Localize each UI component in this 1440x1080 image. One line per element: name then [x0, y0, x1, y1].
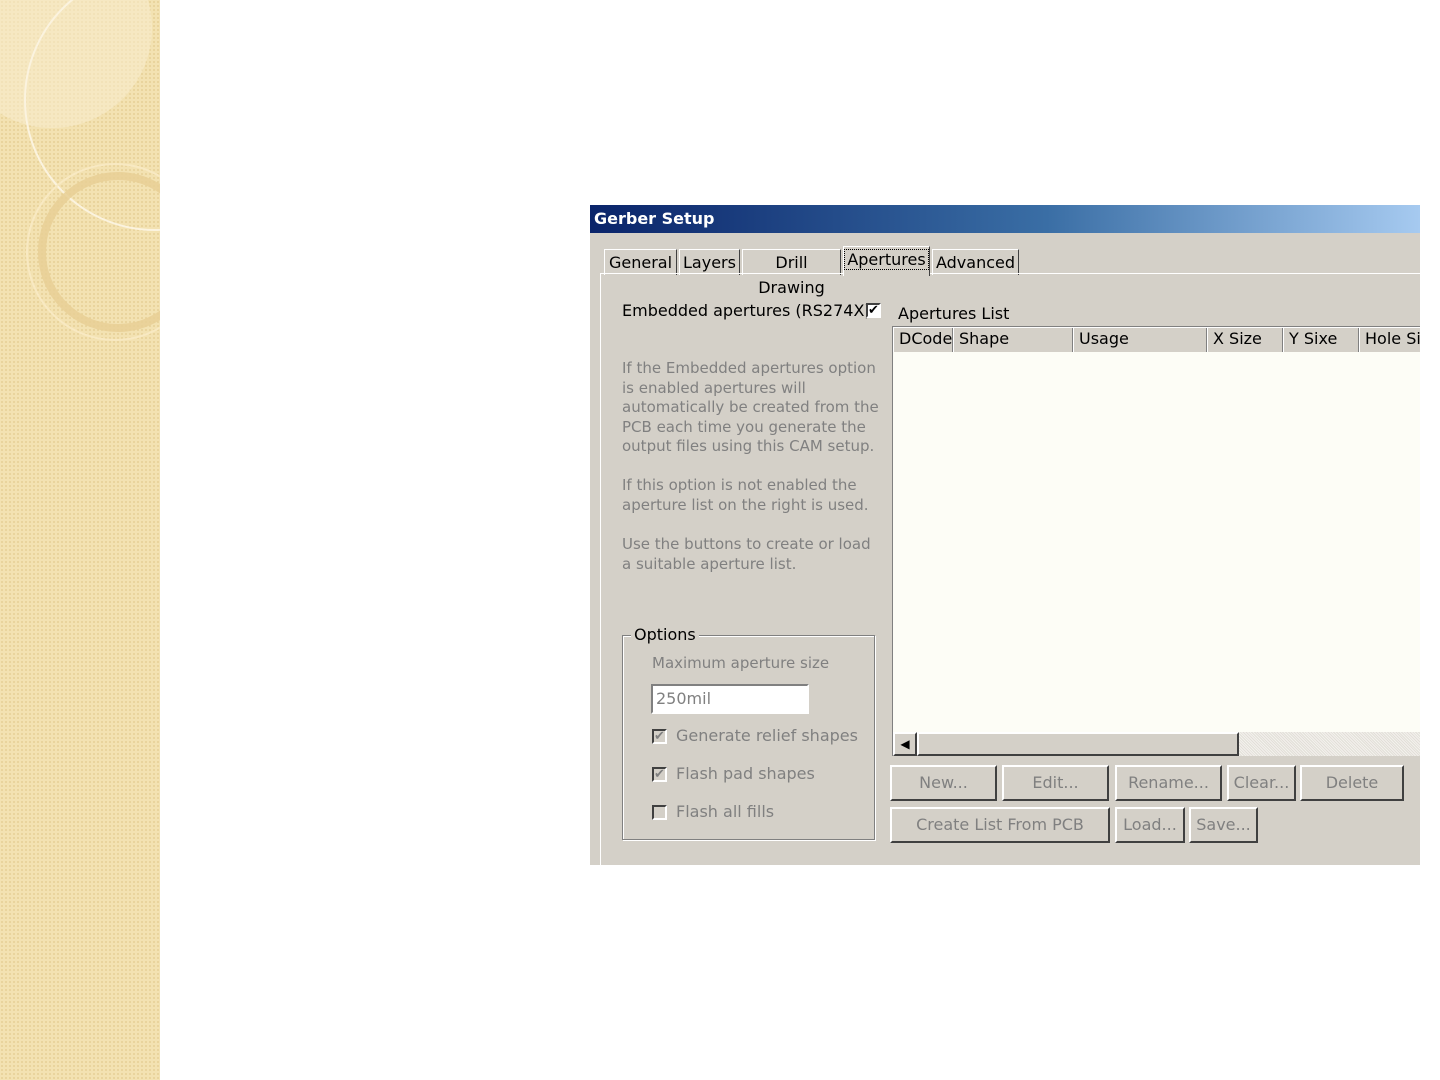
generate-relief-shapes-label: Generate relief shapes: [676, 726, 858, 745]
check-icon: ✔: [654, 767, 665, 782]
column-header-dcode[interactable]: DCode: [893, 328, 953, 352]
scrollbar-thumb[interactable]: [917, 732, 1239, 756]
column-header-hole-size[interactable]: Hole Siz: [1359, 328, 1420, 352]
decorative-circles: [0, 0, 160, 341]
new-button[interactable]: New...: [890, 765, 997, 801]
tab-drill-drawing[interactable]: Drill Drawing: [742, 249, 841, 297]
flash-all-fills-label: Flash all fills: [676, 802, 775, 821]
create-list-from-pcb-button[interactable]: Create List From PCB: [890, 807, 1110, 843]
column-header-shape[interactable]: Shape: [953, 328, 1073, 352]
delete-button[interactable]: Delete: [1300, 765, 1404, 801]
save-button[interactable]: Save...: [1189, 807, 1258, 843]
check-icon: ✔: [654, 729, 665, 744]
window-title: Gerber Setup: [594, 209, 715, 228]
flash-pad-shapes-label: Flash pad shapes: [676, 764, 815, 783]
max-aperture-size-label: Maximum aperture size: [652, 654, 830, 672]
clear-button[interactable]: Clear...: [1227, 765, 1296, 801]
flash-all-fills-checkbox[interactable]: [652, 805, 667, 820]
rename-button[interactable]: Rename...: [1115, 765, 1222, 801]
tab-layers[interactable]: Layers: [679, 249, 740, 275]
embedded-apertures-checkbox[interactable]: ✔: [866, 303, 881, 318]
apertures-list-body[interactable]: [893, 352, 1420, 732]
load-button[interactable]: Load...: [1115, 807, 1185, 843]
description-paragraph-1: If the Embedded apertures option is enab…: [622, 359, 879, 455]
horizontal-scrollbar[interactable]: ◀: [893, 732, 1420, 756]
apertures-panel: Embedded apertures (RS274X) ✔ If the Emb…: [600, 273, 1420, 865]
description-paragraph-2: If this option is not enabled the apertu…: [622, 476, 869, 514]
decorative-sidebar: [0, 0, 160, 1080]
column-header-y-size[interactable]: Y Sixe: [1283, 328, 1359, 352]
max-aperture-size-input[interactable]: 250mil: [651, 684, 809, 714]
apertures-list-title: Apertures List: [898, 304, 1010, 323]
scroll-left-icon[interactable]: ◀: [893, 732, 917, 756]
tab-apertures[interactable]: Apertures: [843, 246, 930, 276]
flash-pad-shapes-checkbox[interactable]: ✔: [652, 767, 667, 782]
edit-button[interactable]: Edit...: [1002, 765, 1109, 801]
tab-advanced[interactable]: Advanced: [932, 249, 1019, 275]
embedded-apertures-label: Embedded apertures (RS274X): [622, 301, 871, 320]
column-header-usage[interactable]: Usage: [1073, 328, 1207, 352]
tab-general[interactable]: General: [604, 249, 677, 275]
title-bar: Gerber Setup: [590, 205, 1420, 233]
check-icon: ✔: [868, 303, 879, 318]
description-paragraph-3: Use the buttons to create or load a suit…: [622, 535, 871, 573]
options-legend: Options: [631, 625, 699, 644]
column-header-x-size[interactable]: X Size: [1207, 328, 1283, 352]
generate-relief-shapes-checkbox[interactable]: ✔: [652, 729, 667, 744]
gerber-setup-dialog: Gerber Setup General Layers Drill Drawin…: [590, 205, 1420, 865]
